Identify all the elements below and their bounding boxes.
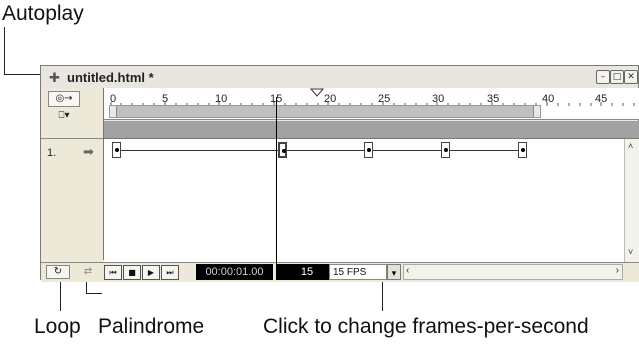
scroll-down-icon[interactable]: ˅ xyxy=(628,247,633,257)
playhead-marker[interactable] xyxy=(309,88,325,97)
chevron-down-icon[interactable]: ▾ xyxy=(387,264,401,280)
status-bar: ↻ ⇄ ⏮ ■ ▶ ⏭ 00:00:01.00 15 15 FPS ▾ ‹ › xyxy=(41,262,639,282)
step-forward-button[interactable]: ⏭ xyxy=(161,265,179,280)
ruler-tick-20: 20 xyxy=(324,93,337,105)
ruler-tick-30: 30 xyxy=(432,93,445,105)
range-scrubber[interactable] xyxy=(109,105,541,118)
time-display: 00:00:01.00 xyxy=(196,264,273,280)
keyframe[interactable] xyxy=(441,142,450,158)
ruler-tick-5: 5 xyxy=(162,93,169,105)
ruler-tick-10: 10 xyxy=(215,93,228,105)
horizontal-scrollbar[interactable]: ‹ › xyxy=(403,264,623,280)
palindrome-button[interactable]: ⇄ xyxy=(78,265,98,279)
keyframe[interactable] xyxy=(364,142,373,158)
loop-button[interactable]: ↻ xyxy=(46,265,70,279)
ruler-tick-0: 0 xyxy=(110,93,117,105)
autoplay-callout-line xyxy=(4,27,5,75)
maximize-icon[interactable]: □ xyxy=(610,70,624,84)
loop-callout: Loop xyxy=(34,315,81,338)
scroll-left-icon[interactable]: ‹ xyxy=(406,265,409,276)
timeline-window: ✚ untitled.html * – □ ✕ ◎→ ⎕▾ 0 5 10 20 … xyxy=(40,65,639,282)
ruler-tick-35: 35 xyxy=(487,93,500,105)
keyframe[interactable] xyxy=(112,142,121,158)
timeline-icon: ✚ xyxy=(49,70,60,85)
stop-button[interactable]: ■ xyxy=(123,265,141,280)
minimize-icon[interactable]: – xyxy=(596,70,610,84)
keyframe-track xyxy=(121,150,521,151)
arrow-right-icon: ➡ xyxy=(83,144,94,159)
keyframe[interactable] xyxy=(518,142,527,158)
play-button[interactable]: ▶ xyxy=(142,265,160,280)
ruler-ticks xyxy=(110,88,635,106)
scroll-right-icon[interactable]: › xyxy=(616,265,619,276)
fps-select[interactable]: 15 FPS xyxy=(329,264,387,280)
keyframe[interactable] xyxy=(278,142,287,158)
channel-number: 1. xyxy=(47,147,57,159)
behavior-channel[interactable] xyxy=(104,121,639,139)
autoplay-callout: Autoplay xyxy=(2,2,84,25)
ruler-tick-25: 25 xyxy=(378,93,391,105)
left-pane: ◎→ ⎕▾ xyxy=(41,88,104,260)
autoplay-button[interactable]: ◎→ xyxy=(48,91,80,107)
palindrome-callout: Palindrome xyxy=(98,315,205,338)
fps-callout: Click to change frames-per-second xyxy=(263,315,589,338)
rewind-button[interactable]: ⏮ xyxy=(104,265,122,280)
palindrome-callout-line-h xyxy=(86,293,102,294)
behavior-channel-label xyxy=(41,121,103,139)
current-frame-display[interactable]: 15 xyxy=(277,264,337,280)
scroll-up-icon[interactable]: ˄ xyxy=(628,141,633,151)
window-title: untitled.html * xyxy=(67,70,154,85)
frame-ruler[interactable]: 0 5 10 15 20 25 30 35 40 45 xyxy=(104,88,639,120)
vertical-scrollbar[interactable]: ˄ ˅ xyxy=(624,139,639,262)
range-start-handle[interactable] xyxy=(110,106,117,117)
playhead-line xyxy=(276,97,277,280)
title-bar: ✚ untitled.html * – □ ✕ xyxy=(41,66,638,89)
range-end-handle[interactable] xyxy=(533,106,540,117)
close-icon[interactable]: ✕ xyxy=(624,70,638,84)
ruler-tick-40: 40 xyxy=(542,93,555,105)
ruler-tick-45: 45 xyxy=(595,93,608,105)
